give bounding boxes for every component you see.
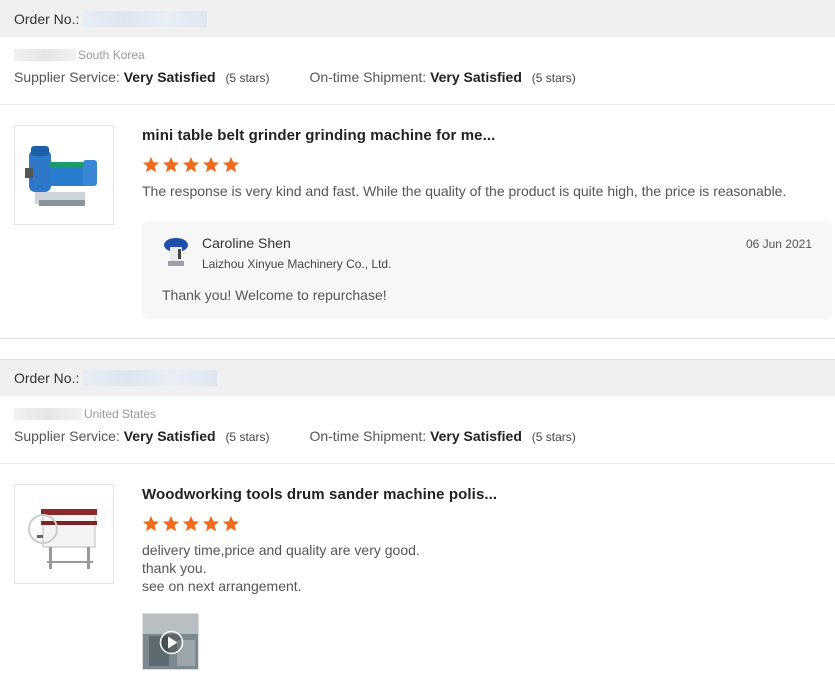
buyer-country: United States — [84, 407, 157, 421]
shipment-stars: (5 stars) — [531, 71, 576, 85]
review-comment: The response is very kind and fast. Whil… — [142, 183, 787, 199]
reply-author-name: Caroline Shen — [202, 235, 291, 251]
shipment-rating: On-time Shipment: Very Satisfied (5 star… — [309, 69, 575, 85]
star-icon — [142, 156, 160, 173]
product-title[interactable]: mini table belt grinder grinding machine… — [142, 127, 832, 144]
product-thumbnail[interactable] — [14, 125, 114, 225]
rating-stars — [142, 156, 832, 174]
supplier-service-value: Very Satisfied — [123, 69, 216, 85]
shipment-label: On-time Shipment: — [309, 428, 427, 444]
order-number-redacted — [83, 370, 218, 386]
buyer-name-redacted — [14, 408, 82, 420]
buyer-name-redacted — [14, 49, 76, 61]
buyer-country: South Korea — [78, 48, 145, 62]
order-number-redacted — [83, 10, 208, 27]
star-icon — [202, 515, 220, 532]
supplier-service-stars: (5 stars) — [225, 71, 270, 85]
reply-message: Thank you! Welcome to repurchase! — [162, 287, 387, 303]
product-thumbnail[interactable] — [14, 484, 114, 584]
supplier-service-label: Supplier Service: — [14, 69, 120, 85]
order-label: Order No.: — [14, 10, 80, 27]
review-video-thumbnail[interactable] — [142, 613, 199, 670]
review-content: mini table belt grinder grinding machine… — [142, 125, 832, 319]
belt-grinder-image — [25, 146, 97, 206]
supplier-avatar — [164, 238, 188, 266]
comment-line: delivery time,price and quality are very… — [142, 542, 420, 558]
comment-line: thank you. — [142, 560, 207, 576]
reply-company: Laizhou Xinyue Machinery Co., Ltd. — [202, 257, 392, 271]
buyer-location: United States — [14, 406, 821, 422]
review-content: Woodworking tools drum sander machine po… — [142, 484, 832, 670]
shipment-rating: On-time Shipment: Very Satisfied (5 star… — [309, 428, 575, 444]
star-icon — [142, 515, 160, 532]
shipment-value: Very Satisfied — [430, 428, 522, 444]
supplier-service-label: Supplier Service: — [14, 428, 120, 444]
review-spacer — [0, 339, 835, 359]
star-icon — [182, 156, 200, 173]
buyer-info: United States Supplier Service: Very Sat… — [0, 396, 835, 464]
comment-line: see on next arrangement. — [142, 578, 302, 594]
reply-header: Caroline Shen Laizhou Xinyue Machinery C… — [162, 235, 812, 271]
reply-date: 06 Jun 2021 — [745, 237, 812, 251]
shipment-stars: (5 stars) — [531, 430, 576, 444]
shipment-value: Very Satisfied — [430, 69, 522, 85]
review-body: mini table belt grinder grinding machine… — [0, 105, 835, 319]
star-icon — [162, 515, 180, 532]
rating-stars — [142, 515, 832, 533]
play-icon[interactable] — [143, 614, 199, 670]
review-body: Woodworking tools drum sander machine po… — [0, 464, 835, 670]
service-ratings: Supplier Service: Very Satisfied (5 star… — [14, 428, 821, 444]
star-icon — [222, 156, 240, 173]
drum-sander-image — [28, 509, 97, 569]
star-icon — [202, 156, 220, 173]
star-icon — [222, 515, 240, 532]
supplier-service-rating: Supplier Service: Very Satisfied (5 star… — [14, 428, 269, 444]
buyer-info: South Korea Supplier Service: Very Satis… — [0, 37, 835, 105]
order-label: Order No.: — [14, 370, 80, 386]
star-icon — [182, 515, 200, 532]
shipment-label: On-time Shipment: — [309, 69, 427, 85]
star-icon — [162, 156, 180, 173]
supplier-service-rating: Supplier Service: Very Satisfied (5 star… — [14, 69, 269, 85]
review-card: Order No.: United States Supplier Servic… — [0, 359, 835, 670]
buyer-location: South Korea — [14, 47, 821, 63]
order-bar: Order No.: — [0, 359, 835, 396]
supplier-service-stars: (5 stars) — [225, 430, 270, 444]
service-ratings: Supplier Service: Very Satisfied (5 star… — [14, 69, 821, 85]
section-divider — [0, 319, 835, 339]
supplier-service-value: Very Satisfied — [123, 428, 216, 444]
product-title[interactable]: Woodworking tools drum sander machine po… — [142, 486, 832, 503]
review-card: Order No.: South Korea Supplier Service:… — [0, 0, 835, 339]
order-bar: Order No.: — [0, 0, 835, 37]
review-comment: delivery time,price and quality are very… — [142, 541, 832, 595]
supplier-reply: Caroline Shen Laizhou Xinyue Machinery C… — [142, 221, 832, 319]
